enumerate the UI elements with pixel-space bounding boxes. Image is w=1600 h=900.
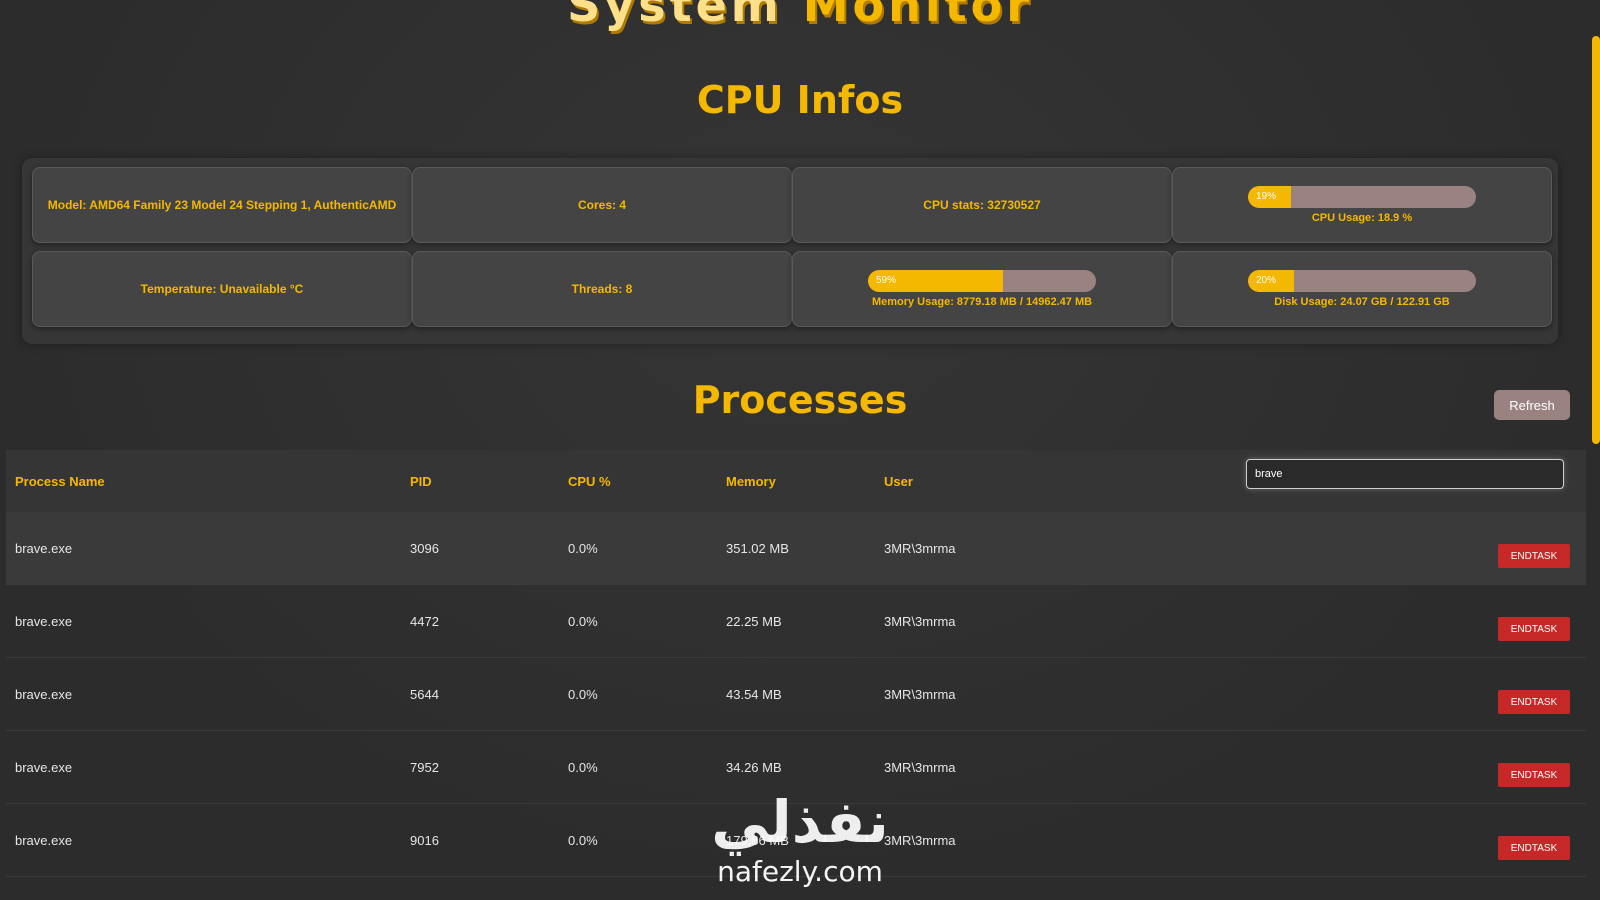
cell-process-name: brave.exe (15, 614, 73, 629)
end-task-button[interactable]: ENDTASK (1498, 544, 1570, 568)
process-search-input[interactable] (1246, 459, 1564, 489)
cell-user: 3MR\3mrma (884, 687, 956, 702)
memory-usage-label: Memory Usage: 8779.18 MB / 14962.47 MB (871, 296, 1093, 308)
cpu-usage-card: 19% CPU Usage: 18.9 % (1172, 167, 1552, 243)
cell-memory: 179.86 MB (726, 833, 789, 848)
cell-pid: 4472 (410, 614, 439, 629)
cpu-cores-text: Cores: 4 (577, 198, 627, 212)
temperature-card: Temperature: Unavailable °C (32, 251, 412, 327)
cpu-model-text: Model: AMD64 Family 23 Model 24 Stepping… (47, 198, 397, 212)
cell-cpu: 0.0% (568, 687, 598, 702)
cell-pid: 5644 (410, 687, 439, 702)
cell-user: 3MR\3mrma (884, 541, 956, 556)
app-title-word-system: System (567, 0, 783, 32)
cell-process-name: brave.exe (15, 687, 73, 702)
memory-usage-bar: 59% (868, 270, 1096, 292)
column-header-cpu[interactable]: CPU % (568, 474, 611, 489)
cpu-info-panel: Model: AMD64 Family 23 Model 24 Stepping… (22, 158, 1558, 344)
end-task-button[interactable]: ENDTASK (1498, 763, 1570, 787)
table-row[interactable]: brave.exe 9016 0.0% 179.86 MB 3MR\3mrma ENDTA… (6, 804, 1586, 877)
disk-usage-bar: 20% (1248, 270, 1476, 292)
cell-memory: 43.54 MB (726, 687, 782, 702)
scrollbar-thumb[interactable] (1592, 36, 1600, 444)
cell-memory: 351.02 MB (726, 541, 789, 556)
process-table: Process Name PID CPU % Memory User brave… (6, 450, 1586, 900)
table-row[interactable]: brave.exe 7952 0.0% 34.26 MB 3MR\3mrma ENDTAS… (6, 731, 1586, 804)
cpu-section-title: CPU Infos (696, 78, 904, 122)
disk-usage-card: 20% Disk Usage: 24.07 GB / 122.91 GB (1172, 251, 1552, 327)
table-row[interactable]: brave.exe 4472 0.0% 22.25 MB 3MR\3mrma ENDTAS… (6, 585, 1586, 658)
cpu-stats-text: CPU stats: 32730527 (923, 198, 1041, 212)
cell-memory: 22.25 MB (726, 614, 782, 629)
memory-usage-bar-fill: 59% (868, 270, 1003, 292)
cell-user: 3MR\3mrma (884, 614, 956, 629)
cell-process-name: brave.exe (15, 541, 73, 556)
cell-pid: 7952 (410, 760, 439, 775)
end-task-button[interactable]: ENDTASK (1498, 690, 1570, 714)
cell-cpu: 0.0% (568, 833, 598, 848)
table-row[interactable]: brave.exe 5644 0.0% 43.54 MB 3MR\3mrma ENDTAS… (6, 658, 1586, 731)
column-header-memory[interactable]: Memory (726, 474, 776, 489)
app-title-word-monitor: Monitor (802, 0, 1033, 32)
cell-cpu: 0.0% (568, 541, 598, 556)
processes-section-title: Processes (692, 378, 908, 422)
cpu-stats-card: CPU stats: 32730527 (792, 167, 1172, 243)
cell-cpu: 0.0% (568, 614, 598, 629)
cell-cpu: 0.0% (568, 760, 598, 775)
column-header-process-name[interactable]: Process Name (15, 474, 105, 489)
cell-pid: 9016 (410, 833, 439, 848)
column-header-user[interactable]: User (884, 474, 913, 489)
cell-process-name: brave.exe (15, 833, 73, 848)
cpu-model-card: Model: AMD64 Family 23 Model 24 Stepping… (32, 167, 412, 243)
table-row[interactable]: brave.exe 3096 0.0% 351.02 MB 3MR\3mrma ENDTA… (6, 512, 1586, 585)
end-task-button[interactable]: ENDTASK (1498, 617, 1570, 641)
disk-usage-bar-fill: 20% (1248, 270, 1294, 292)
cell-memory: 34.26 MB (726, 760, 782, 775)
cell-user: 3MR\3mrma (884, 760, 956, 775)
cpu-usage-label: CPU Usage: 18.9 % (1311, 212, 1413, 224)
refresh-button[interactable]: Refresh (1494, 390, 1570, 420)
column-header-pid[interactable]: PID (410, 474, 432, 489)
cpu-usage-bar-fill: 19% (1248, 186, 1292, 208)
memory-usage-card: 59% Memory Usage: 8779.18 MB / 14962.47 … (792, 251, 1172, 327)
disk-usage-label: Disk Usage: 24.07 GB / 122.91 GB (1274, 296, 1450, 308)
cpu-cores-card: Cores: 4 (412, 167, 792, 243)
cell-process-name: brave.exe (15, 760, 73, 775)
end-task-button[interactable]: ENDTASK (1498, 836, 1570, 860)
table-header: Process Name PID CPU % Memory User (6, 450, 1586, 512)
threads-text: Threads: 8 (571, 282, 633, 296)
cell-pid: 3096 (410, 541, 439, 556)
app-title: System Monitor (0, 0, 1600, 32)
temperature-text: Temperature: Unavailable °C (140, 282, 304, 296)
cell-user: 3MR\3mrma (884, 833, 956, 848)
threads-card: Threads: 8 (412, 251, 792, 327)
cpu-usage-bar: 19% (1248, 186, 1476, 208)
